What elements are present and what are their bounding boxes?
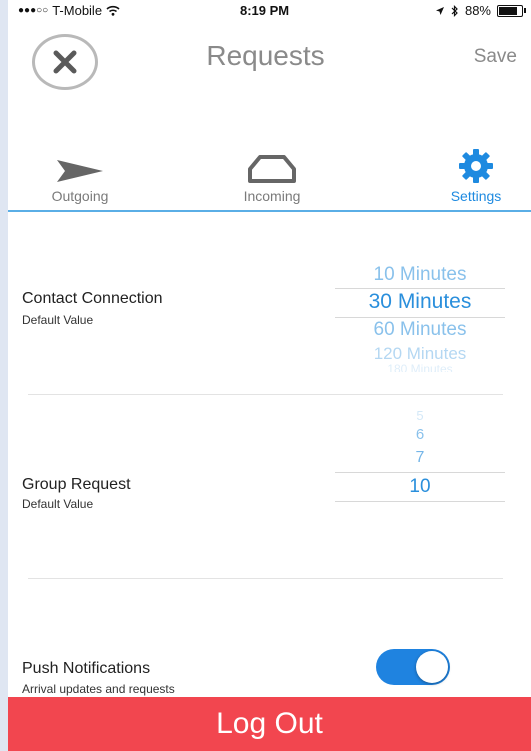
bluetooth-icon	[451, 4, 458, 17]
location-arrow-icon	[435, 6, 444, 15]
divider	[28, 394, 503, 395]
divider	[28, 578, 503, 579]
send-arrow-icon	[57, 160, 103, 182]
tab-label: Outgoing	[51, 188, 109, 204]
battery-icon	[497, 4, 526, 17]
picker-option[interactable]: 7	[335, 449, 505, 467]
push-notifications-title: Push Notifications	[22, 660, 151, 677]
picker-option-selected[interactable]: 10	[335, 476, 505, 498]
gear-icon	[459, 149, 493, 183]
push-notifications-toggle[interactable]	[376, 649, 450, 685]
contact-connection-picker[interactable]: 10 Minutes 30 Minutes 60 Minutes 120 Min…	[335, 262, 505, 374]
tab-label: Settings	[450, 188, 502, 204]
picker-option-selected[interactable]: 30 Minutes	[335, 290, 505, 314]
status-bar: ●●●○○ T-Mobile 8:19 PM 88%	[12, 0, 531, 22]
contact-connection-title: Contact Connection	[22, 290, 163, 307]
inbox-tray-icon	[248, 155, 296, 183]
picker-option[interactable]: 180 Minutes	[335, 362, 505, 372]
wifi-icon	[106, 5, 120, 16]
tab-outgoing[interactable]: Outgoing	[0, 148, 160, 208]
tab-label: Incoming	[243, 188, 301, 204]
status-right: 88%	[435, 3, 526, 18]
contact-connection-subtitle: Default Value	[22, 313, 94, 327]
battery-percent: 88%	[464, 3, 491, 18]
save-button[interactable]: Save	[474, 46, 517, 68]
page-title: Requests	[206, 40, 325, 71]
picker-option[interactable]: 6	[335, 426, 505, 443]
logout-button[interactable]: Log Out	[8, 697, 531, 751]
toggle-knob	[416, 651, 448, 683]
tab-bar: Outgoing Incoming Settings	[8, 148, 531, 212]
left-edge-strip	[0, 0, 8, 751]
tab-incoming[interactable]: Incoming	[192, 148, 352, 208]
group-request-subtitle: Default Value	[22, 497, 94, 511]
carrier-info: ●●●○○ T-Mobile	[18, 3, 120, 18]
signal-strength-icon: ●●●○○	[18, 5, 49, 16]
push-notifications-subtitle: Arrival updates and requests	[22, 682, 175, 696]
tab-settings[interactable]: Settings	[396, 148, 531, 208]
picker-option[interactable]: 60 Minutes	[335, 319, 505, 341]
group-request-picker[interactable]: 5 6 7 10	[335, 404, 505, 504]
group-request-title: Group Request	[22, 476, 131, 493]
clock: 8:19 PM	[240, 3, 290, 18]
picker-option[interactable]: 10 Minutes	[335, 264, 505, 286]
picker-option[interactable]: 5	[335, 408, 505, 420]
carrier-name: T-Mobile	[52, 3, 103, 18]
picker-option[interactable]: 120 Minutes	[335, 344, 505, 364]
